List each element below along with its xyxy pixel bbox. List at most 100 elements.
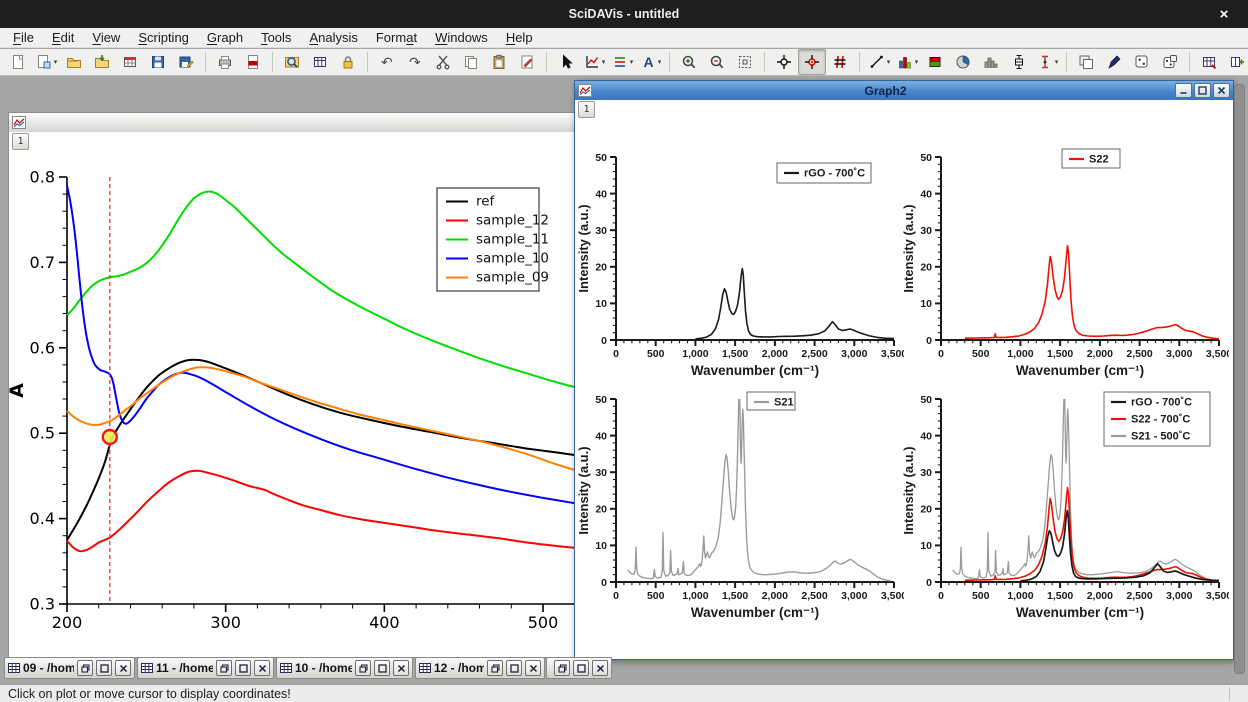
plot-axes-button[interactable]: ▾: [580, 49, 608, 75]
restore-button[interactable]: [77, 660, 93, 676]
redo-button[interactable]: ↷: [401, 49, 429, 75]
data-reader-marker[interactable]: [103, 430, 117, 444]
duplicate-window-button[interactable]: [1072, 49, 1100, 75]
dropdown-arrow-icon[interactable]: ▾: [887, 58, 891, 66]
app-titlebar[interactable]: SciDAVis - untitled ×: [0, 0, 1248, 28]
print-button[interactable]: [211, 49, 239, 75]
graph2-maximize-button[interactable]: [1194, 83, 1211, 98]
raman-s22-plot-canvas[interactable]: 05001,0001,5002,0002,5003,0003,500010203…: [902, 142, 1229, 384]
screen-reader-button[interactable]: [770, 49, 798, 75]
dropdown-arrow-icon[interactable]: ▾: [1055, 58, 1059, 66]
minimized-window-10[interactable]: 10 - /home/...: [276, 657, 413, 679]
menu-windows[interactable]: Windows: [426, 29, 497, 46]
minimized-window-12[interactable]: 12 - /home/...: [415, 657, 545, 679]
plot-bars-button[interactable]: ▾: [893, 49, 921, 75]
minimized-window-label[interactable]: 10 - /home/...: [295, 661, 352, 675]
search-button[interactable]: [278, 49, 306, 75]
save-button[interactable]: [144, 49, 172, 75]
add-column-button[interactable]: [1223, 49, 1248, 75]
minimized-window-label[interactable]: 09 - /home/...: [23, 661, 74, 675]
pie-chart-button[interactable]: [949, 49, 977, 75]
paste-graph-button[interactable]: [1156, 49, 1184, 75]
restore-button[interactable]: [487, 660, 503, 676]
raman-rgo700-plot-canvas[interactable]: 05001,0001,5002,0002,5003,0003,500010203…: [577, 142, 904, 384]
import-file-button[interactable]: [88, 49, 116, 75]
raman-rgo700-legend[interactable]: rGO - 700˚C: [777, 163, 871, 183]
dropdown-arrow-icon[interactable]: ▾: [602, 58, 606, 66]
menu-view[interactable]: View: [83, 29, 129, 46]
maximize-button[interactable]: [506, 660, 522, 676]
dropdown-arrow-icon[interactable]: ▾: [54, 58, 58, 66]
menu-edit[interactable]: Edit: [43, 29, 83, 46]
export-pdf-button[interactable]: [239, 49, 267, 75]
graph2-minimize-button[interactable]: [1175, 83, 1192, 98]
minimized-window-label[interactable]: 12 - /home/...: [434, 661, 484, 675]
window-graph2[interactable]: Graph2 05001,0001,5002,0002,5003,0003,50…: [574, 80, 1234, 660]
select-columns-button[interactable]: [1195, 49, 1223, 75]
dropdown-arrow-icon[interactable]: ▾: [658, 58, 662, 66]
paste-button[interactable]: [485, 49, 513, 75]
restore-button[interactable]: [355, 660, 371, 676]
dropdown-arrow-icon[interactable]: ▾: [915, 58, 919, 66]
histogram-button[interactable]: [977, 49, 1005, 75]
menu-file[interactable]: File: [4, 29, 43, 46]
minimized-window-partial[interactable]: [546, 657, 612, 679]
close-button[interactable]: [254, 660, 270, 676]
pointer-button[interactable]: [552, 49, 580, 75]
maximize-button[interactable]: [573, 660, 589, 676]
mdi-workspace[interactable]: Graph1 0.30.40.50.60.70.8200300400500Are…: [0, 76, 1248, 684]
menu-graph[interactable]: Graph: [198, 29, 252, 46]
zoom-in-button[interactable]: [675, 49, 703, 75]
maximize-button[interactable]: [235, 660, 251, 676]
data-reader-button[interactable]: [798, 49, 826, 75]
graph2-titlebar[interactable]: Graph2: [575, 81, 1233, 101]
app-close-icon[interactable]: ×: [1214, 4, 1234, 24]
save-as-button[interactable]: [172, 49, 200, 75]
import-ascii-button[interactable]: [116, 49, 144, 75]
copy-graph-button[interactable]: [1128, 49, 1156, 75]
maximize-button[interactable]: [374, 660, 390, 676]
new-table-button[interactable]: [306, 49, 334, 75]
rescale-button[interactable]: [731, 49, 759, 75]
menu-format[interactable]: Format: [367, 29, 426, 46]
minimized-window-11[interactable]: 11 - /home/...: [137, 657, 274, 679]
graph2-layer-tab[interactable]: 1: [578, 101, 595, 118]
workspace-vertical-scrollbar[interactable]: [1234, 84, 1245, 674]
menu-scripting[interactable]: Scripting: [129, 29, 198, 46]
raman-s21-legend[interactable]: S21: [747, 392, 795, 410]
menu-help[interactable]: Help: [497, 29, 542, 46]
pen-tool-button[interactable]: [1100, 49, 1128, 75]
select-range-button[interactable]: [826, 49, 854, 75]
raman-s22-legend[interactable]: S22: [1062, 149, 1120, 168]
restore-button[interactable]: [216, 660, 232, 676]
draw-line-button[interactable]: ▾: [865, 49, 893, 75]
error-bars-button[interactable]: ▾: [1033, 49, 1061, 75]
note-button[interactable]: [513, 49, 541, 75]
menu-tools[interactable]: Tools: [252, 29, 300, 46]
close-button[interactable]: [525, 660, 541, 676]
zoom-out-button[interactable]: [703, 49, 731, 75]
uvvis-legend[interactable]: refsample_12sample_11sample_10sample_09: [437, 188, 549, 291]
raman-s21-plot-canvas[interactable]: 05001,0001,5002,0002,5003,0003,500010203…: [577, 384, 904, 626]
menu-analysis[interactable]: Analysis: [300, 29, 366, 46]
minimized-window-09[interactable]: 09 - /home/...: [4, 657, 135, 679]
new-window-button[interactable]: ▾: [32, 49, 60, 75]
close-button[interactable]: [393, 660, 409, 676]
plot-style-button[interactable]: ▾: [608, 49, 636, 75]
lock-button[interactable]: [334, 49, 362, 75]
maximize-button[interactable]: [96, 660, 112, 676]
undo-button[interactable]: ↶: [373, 49, 401, 75]
open-button[interactable]: [60, 49, 88, 75]
raman-combined-plot-canvas[interactable]: 05001,0001,5002,0002,5003,0003,500010203…: [902, 384, 1229, 626]
text-tool-button[interactable]: A▾: [636, 49, 664, 75]
minimized-window-label[interactable]: 11 - /home/...: [156, 661, 213, 675]
copy-button[interactable]: [457, 49, 485, 75]
restore-button[interactable]: [554, 660, 570, 676]
cut-button[interactable]: [429, 49, 457, 75]
dropdown-arrow-icon[interactable]: ▾: [630, 58, 634, 66]
new-project-button[interactable]: [4, 49, 32, 75]
close-button[interactable]: [115, 660, 131, 676]
graph2-content[interactable]: 05001,0001,5002,0002,5003,0003,500010203…: [575, 100, 1233, 659]
graph1-layer-tab[interactable]: 1: [12, 133, 29, 150]
box-plot-button[interactable]: [1005, 49, 1033, 75]
